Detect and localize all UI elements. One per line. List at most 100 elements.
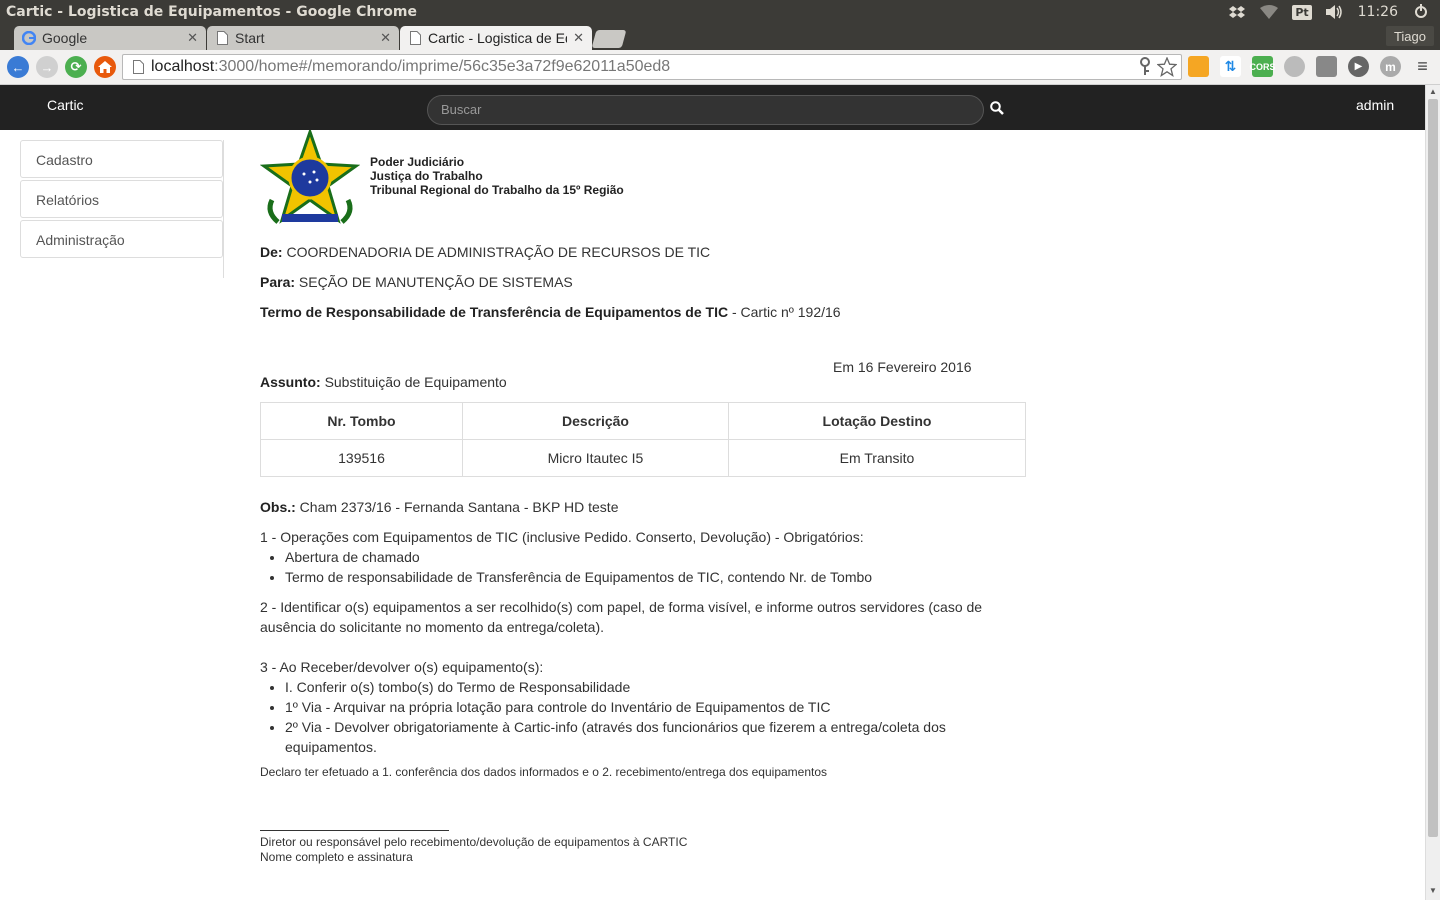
tab-start[interactable]: Start ✕ <box>207 26 399 50</box>
transfer-extension-icon[interactable]: ⇅ <box>1220 56 1241 77</box>
close-tab-icon[interactable]: ✕ <box>187 30 198 46</box>
m-extension-icon[interactable]: m <box>1380 56 1401 77</box>
url-path: :3000/home#/memorando/imprime/56c35e3a72… <box>214 58 671 75</box>
list-item: I. Conferir o(s) tombo(s) do Termo de Re… <box>285 677 1000 697</box>
page-favicon-icon <box>408 31 422 45</box>
coat-of-arms-icon <box>260 130 360 224</box>
table-cell: Micro Itautec I5 <box>462 439 729 477</box>
back-arrow-icon[interactable]: ← <box>7 56 29 78</box>
home-icon[interactable] <box>94 56 116 78</box>
url-host: localhost <box>151 58 215 75</box>
subject-value: Substituição de Equipamento <box>324 374 507 390</box>
keyboard-layout-indicator[interactable]: Pt <box>1292 4 1312 20</box>
list-item: Termo de responsabilidade de Transferênc… <box>285 567 1000 587</box>
signature-hint: Nome completo e assinatura <box>260 850 413 864</box>
org-line: Justiça do Trabalho <box>370 169 483 183</box>
power-gear-icon[interactable] <box>1412 4 1430 20</box>
volume-icon[interactable] <box>1325 4 1344 20</box>
sidebar-item-relatorios[interactable]: Relatórios <box>20 180 223 218</box>
devices-extension-icon[interactable] <box>1316 56 1337 77</box>
list-item: 1º Via - Arquivar na própria lotação par… <box>285 697 1000 717</box>
wifi-icon[interactable] <box>1260 4 1279 20</box>
sidebar-item-administracao[interactable]: Administração <box>20 220 223 258</box>
omnibox-actions <box>1139 56 1178 82</box>
memo-date: Em 16 Fevereiro 2016 <box>833 359 972 375</box>
page-favicon-icon <box>215 31 229 45</box>
column-header: Lotação Destino <box>728 402 1026 440</box>
table-row: 139516 Micro Itautec I5 Em Transito <box>260 439 1026 477</box>
signature-role: Diretor ou responsável pelo recebimento/… <box>260 835 688 849</box>
scroll-up-icon[interactable]: ▲ <box>1428 87 1438 97</box>
search-icon[interactable] <box>990 101 1006 117</box>
window-title: Cartic - Logistica de Equipamentos - Goo… <box>6 4 418 20</box>
dropbox-icon[interactable] <box>1228 4 1246 20</box>
from-field: De: COORDENADORIA DE ADMINISTRAÇÃO DE RE… <box>260 244 710 260</box>
close-tab-icon[interactable]: ✕ <box>380 30 391 46</box>
browser-tab-strip: Google ✕ Start ✕ Cartic - Logistica de E… <box>0 24 1440 50</box>
sidebar-item-cadastro[interactable]: Cadastro <box>20 140 223 178</box>
obs-field: Obs.: Cham 2373/16 - Fernanda Santana - … <box>260 499 619 515</box>
equipment-table: Nr. Tombo Descrição Lotação Destino 1395… <box>260 402 1026 477</box>
section-3-title: 3 - Ao Receber/devolver o(s) equipamento… <box>260 659 544 675</box>
user-menu[interactable]: admin <box>1356 97 1394 113</box>
section-1-title: 1 - Operações com Equipamentos de TIC (i… <box>260 529 864 545</box>
forward-arrow-icon[interactable]: → <box>36 56 58 78</box>
cors-extension-icon[interactable]: CORS <box>1250 56 1276 77</box>
list-item: Abertura de chamado <box>285 547 1000 567</box>
to-label: Para: <box>260 274 296 290</box>
new-tab-button[interactable] <box>591 30 627 48</box>
reader-extension-icon[interactable] <box>1188 56 1209 77</box>
list-item: 2º Via - Devolver obrigatoriamente à Car… <box>285 717 1000 757</box>
tab-cartic[interactable]: Cartic - Logistica de Equipamentos ✕ <box>400 26 592 50</box>
menu-hamburger-icon[interactable]: ≡ <box>1412 56 1433 77</box>
table-header-row: Nr. Tombo Descrição Lotação Destino <box>260 402 1026 440</box>
app-navbar: Cartic Buscar admin <box>0 85 1425 130</box>
play-extension-icon[interactable]: ▶ <box>1348 56 1369 77</box>
brand-link[interactable]: Cartic <box>47 97 84 113</box>
table-cell: Em Transito <box>728 439 1026 477</box>
subject-label: Assunto: <box>260 374 321 390</box>
address-bar[interactable]: localhost:3000/home#/memorando/imprime/5… <box>122 54 1182 80</box>
from-label: De: <box>260 244 283 260</box>
table-cell: 139516 <box>260 439 463 477</box>
scroll-down-icon[interactable]: ▼ <box>1428 886 1438 896</box>
system-tray: Pt 11:26 <box>1228 4 1440 20</box>
to-value: SEÇÃO DE MANUTENÇÃO DE SISTEMAS <box>298 274 573 290</box>
google-favicon-icon <box>22 31 36 45</box>
subject-field: Assunto: Substituição de Equipamento <box>260 374 507 390</box>
bookmark-star-icon[interactable] <box>1156 56 1178 82</box>
browser-toolbar: ← → ⟳ localhost:3000/home#/memorando/imp… <box>0 50 1440 85</box>
org-line: Tribunal Regional do Trabalho da 15º Reg… <box>370 183 624 197</box>
from-value: COORDENADORIA DE ADMINISTRAÇÃO DE RECURS… <box>286 244 711 260</box>
profile-button[interactable]: Tiago <box>1385 26 1434 46</box>
section-2: 2 - Identificar o(s) equipamentos a ser … <box>260 599 983 635</box>
tab-google[interactable]: Google ✕ <box>14 26 206 50</box>
org-line: Poder Judiciário <box>370 155 465 169</box>
term-title: Termo de Responsabilidade de Transferênc… <box>260 304 729 320</box>
section-3-list: I. Conferir o(s) tombo(s) do Termo de Re… <box>285 677 1000 757</box>
sidebar: Cadastro Relatórios Administração <box>20 140 224 278</box>
tab-label: Cartic - Logistica de Equipamentos <box>428 30 567 46</box>
section-3: 3 - Ao Receber/devolver o(s) equipamento… <box>260 657 1000 757</box>
obs-label: Obs.: <box>260 499 296 515</box>
page-info-icon[interactable] <box>131 60 145 74</box>
section-1: 1 - Operações com Equipamentos de TIC (i… <box>260 527 1000 587</box>
organization-header: Poder Judiciário Justiça do Trabalho Tri… <box>370 155 624 197</box>
key-icon[interactable] <box>1139 57 1151 82</box>
column-header: Descrição <box>462 402 729 440</box>
tab-label: Google <box>42 30 88 46</box>
reload-icon[interactable]: ⟳ <box>65 56 87 78</box>
obs-value: Cham 2373/16 - Fernanda Santana - BKP HD… <box>299 499 619 515</box>
column-header: Nr. Tombo <box>260 402 463 440</box>
to-field: Para: SEÇÃO DE MANUTENÇÃO DE SISTEMAS <box>260 274 573 290</box>
page-scrollbar[interactable]: ▲ ▼ <box>1425 85 1440 900</box>
os-title-bar: Cartic - Logistica de Equipamentos - Goo… <box>0 0 1440 24</box>
tab-label: Start <box>235 30 265 46</box>
scroll-thumb[interactable] <box>1428 99 1438 837</box>
clock[interactable]: 11:26 <box>1358 4 1398 20</box>
section-1-list: Abertura de chamado Termo de responsabil… <box>285 547 1000 587</box>
search-input[interactable]: Buscar <box>427 95 984 125</box>
declaration-text: Declaro ter efetuado a 1. conferência do… <box>260 765 828 779</box>
close-tab-icon[interactable]: ✕ <box>573 30 584 46</box>
extension-icon[interactable] <box>1284 56 1305 77</box>
